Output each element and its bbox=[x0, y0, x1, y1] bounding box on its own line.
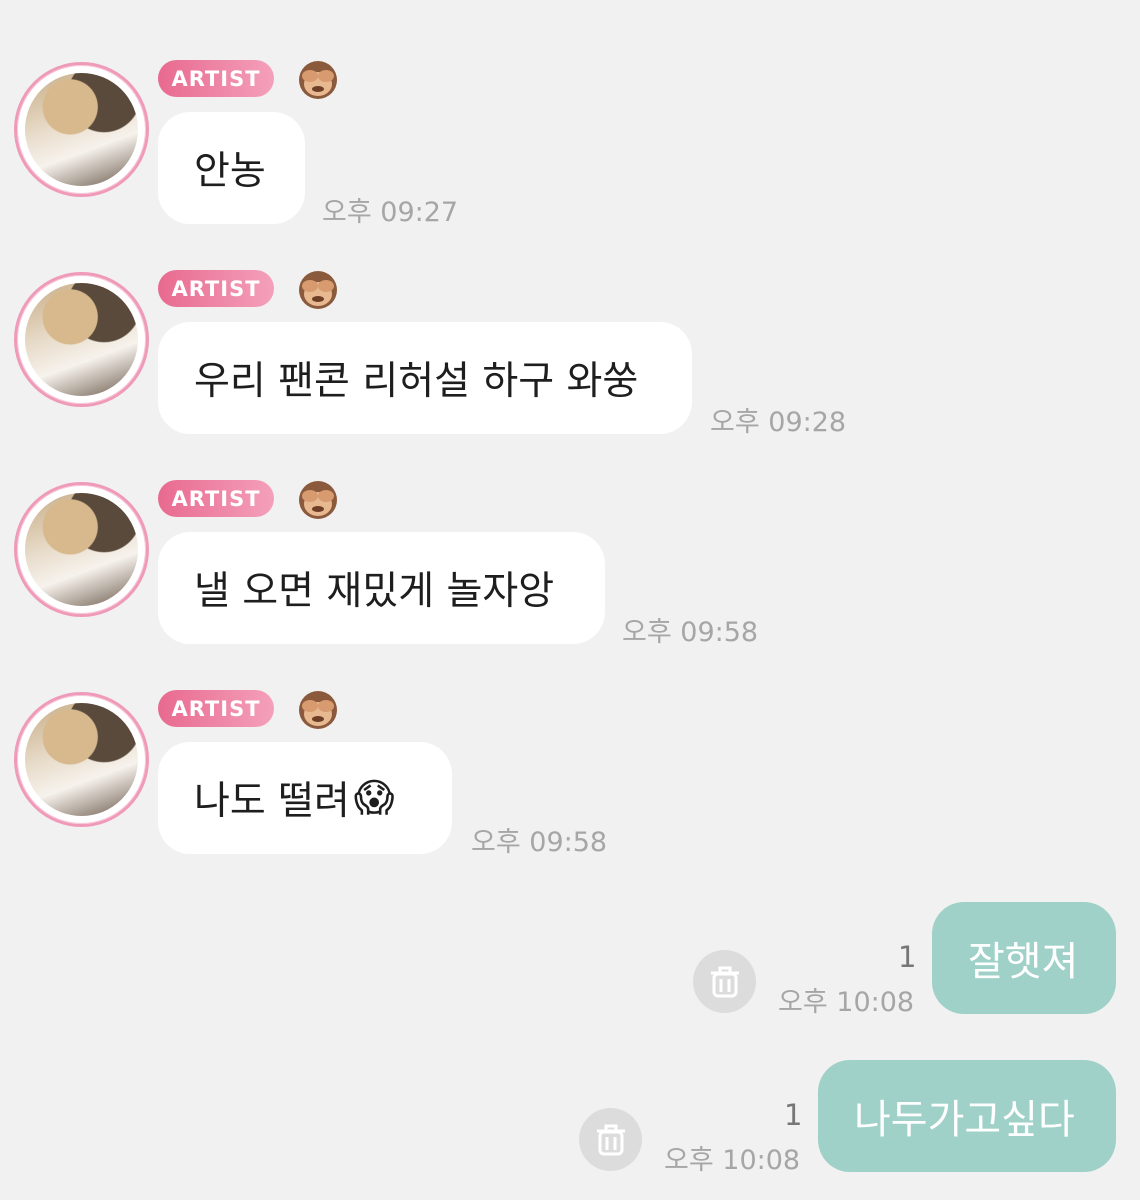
message-bubble[interactable]: 나도 떨려 😱 bbox=[158, 742, 452, 854]
timestamp: 오후 10:08 bbox=[664, 1145, 801, 1176]
artist-badge: ARTIST bbox=[158, 480, 274, 517]
message-bubble[interactable]: 나두가고싶다 bbox=[818, 1060, 1116, 1172]
see-no-evil-monkey-icon bbox=[299, 271, 337, 309]
my-message: 나두가고싶다 1 오후 10:08 bbox=[0, 1060, 1140, 1180]
timestamp: 오후 10:08 bbox=[778, 987, 915, 1018]
message-text: 안농 bbox=[194, 149, 266, 194]
artist-message: ARTIST 안농 오후 09:27 bbox=[0, 60, 1140, 270]
artist-badge: ARTIST bbox=[158, 270, 274, 307]
trash-icon[interactable] bbox=[579, 1108, 642, 1171]
message-bubble[interactable]: 낼 오면 재밌게 놀자앙 bbox=[158, 532, 605, 644]
avatar[interactable] bbox=[14, 272, 149, 407]
trash-icon[interactable] bbox=[693, 950, 756, 1013]
message-text: 나도 떨려 bbox=[194, 779, 350, 824]
message-text: 나두가고싶다 bbox=[854, 1097, 1075, 1143]
message-text: 우리 팬콘 리허설 하구 와쑹 bbox=[194, 359, 639, 404]
avatar[interactable] bbox=[14, 692, 149, 827]
timestamp: 오후 09:28 bbox=[710, 407, 847, 438]
artist-badge: ARTIST bbox=[158, 690, 274, 727]
message-text: 낼 오면 재밌게 놀자앙 bbox=[194, 569, 555, 614]
artist-message: ARTIST 낼 오면 재밌게 놀자앙 오후 09:58 bbox=[0, 480, 1140, 690]
see-no-evil-monkey-icon bbox=[299, 481, 337, 519]
my-message: 잘햇져 1 오후 10:08 bbox=[0, 902, 1140, 1022]
message-bubble[interactable]: 안농 bbox=[158, 112, 305, 224]
unread-count: 1 bbox=[784, 1098, 803, 1132]
unread-count: 1 bbox=[898, 940, 917, 974]
message-bubble[interactable]: 잘햇져 bbox=[932, 902, 1116, 1014]
message-text: 잘햇져 bbox=[968, 939, 1079, 985]
see-no-evil-monkey-icon bbox=[299, 691, 337, 729]
message-bubble[interactable]: 우리 팬콘 리허설 하구 와쑹 bbox=[158, 322, 692, 434]
see-no-evil-monkey-icon bbox=[299, 61, 337, 99]
timestamp: 오후 09:27 bbox=[322, 197, 459, 228]
artist-badge: ARTIST bbox=[158, 60, 274, 97]
scream-emoji: 😱 bbox=[353, 775, 395, 821]
avatar[interactable] bbox=[14, 62, 149, 197]
artist-message: ARTIST 우리 팬콘 리허설 하구 와쑹 오후 09:28 bbox=[0, 270, 1140, 480]
avatar[interactable] bbox=[14, 482, 149, 617]
timestamp: 오후 09:58 bbox=[622, 617, 759, 648]
artist-message: ARTIST 나도 떨려 😱 오후 09:58 bbox=[0, 690, 1140, 900]
timestamp: 오후 09:58 bbox=[471, 827, 608, 858]
